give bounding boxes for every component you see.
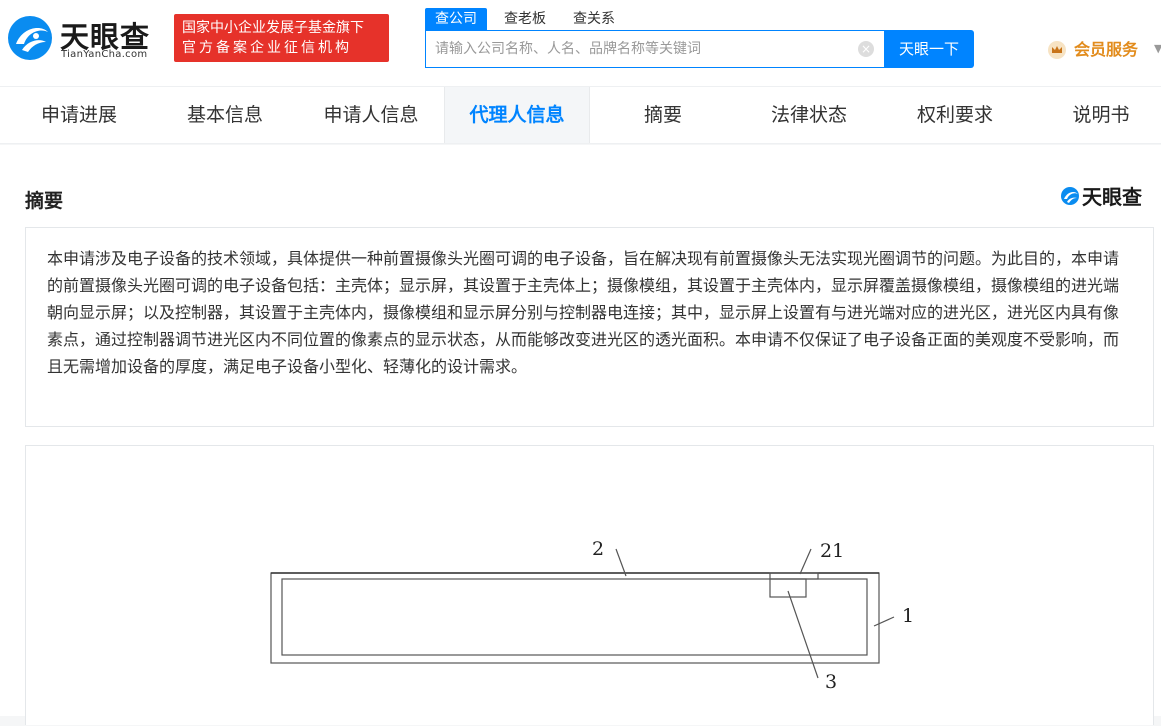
main-content: 摘要 天眼查 本申请涉及电子设备的技术领域，具体提供一种前置摄像头光圈可调的电子… <box>0 145 1161 725</box>
leader-1 <box>873 616 895 627</box>
tab-abstract[interactable]: 摘要 <box>590 87 736 143</box>
search-input[interactable] <box>426 31 846 67</box>
top-header: 天眼查 TianYanCha.com 国家中小企业发展子基金旗下 官方备案企业征… <box>0 0 1161 86</box>
main-shell-inner <box>281 578 868 656</box>
tab-agent-info[interactable]: 代理人信息 <box>444 87 590 143</box>
watermark-logo-icon <box>1061 187 1079 205</box>
leader-2 <box>615 548 627 577</box>
official-badge: 国家中小企业发展子基金旗下 官方备案企业征信机构 <box>174 14 389 62</box>
label-21: 21 <box>820 540 844 562</box>
label-2: 2 <box>592 538 604 560</box>
crown-icon <box>1048 41 1066 59</box>
tab-claims[interactable]: 权利要求 <box>882 87 1028 143</box>
search-tab-boss[interactable]: 查老板 <box>504 8 546 30</box>
watermark-text: 天眼查 <box>1082 185 1142 209</box>
vip-label: 会员服务 <box>1074 40 1139 59</box>
label-3: 3 <box>825 671 837 693</box>
tab-legal-status[interactable]: 法律状态 <box>736 87 882 143</box>
logo-eye-icon <box>8 16 52 60</box>
search-box: × <box>425 30 884 68</box>
chevron-down-icon: ▼ <box>1154 42 1161 55</box>
logo-domain: TianYanCha.com <box>61 49 148 60</box>
tab-description[interactable]: 说明书 <box>1028 87 1161 143</box>
detail-nav-tabs: 申请进展 基本信息 申请人信息 代理人信息 摘要 法律状态 权利要求 说明书 <box>0 86 1161 144</box>
light-area-21 <box>769 572 819 580</box>
camera-module <box>769 578 807 598</box>
tianyancha-logo[interactable]: 天眼查 TianYanCha.com <box>6 12 166 66</box>
search-tab-relation[interactable]: 查关系 <box>573 8 615 30</box>
tab-basic-info[interactable]: 基本信息 <box>152 87 298 143</box>
badge-line-1: 国家中小企业发展子基金旗下 <box>182 20 364 36</box>
tab-application-progress[interactable]: 申请进展 <box>6 87 152 143</box>
search-tab-company[interactable]: 查公司 <box>425 8 487 30</box>
main-shell-outer <box>270 572 880 664</box>
search-button[interactable]: 天眼一下 <box>884 30 974 68</box>
patent-figure: 2 21 1 3 <box>270 538 914 693</box>
clear-icon[interactable]: × <box>858 41 874 57</box>
badge-line-2: 官方备案企业征信机构 <box>182 40 352 56</box>
patent-drawing: 2 21 1 3 <box>25 445 1154 725</box>
label-1: 1 <box>902 605 914 627</box>
leader-3 <box>787 590 819 679</box>
abstract-text: 本申请涉及电子设备的技术领域，具体提供一种前置摄像头光圈可调的电子设备，旨在解决… <box>25 227 1154 427</box>
section-title: 摘要 <box>25 190 64 212</box>
leader-21 <box>799 548 812 575</box>
tab-applicant-info[interactable]: 申请人信息 <box>298 87 444 143</box>
